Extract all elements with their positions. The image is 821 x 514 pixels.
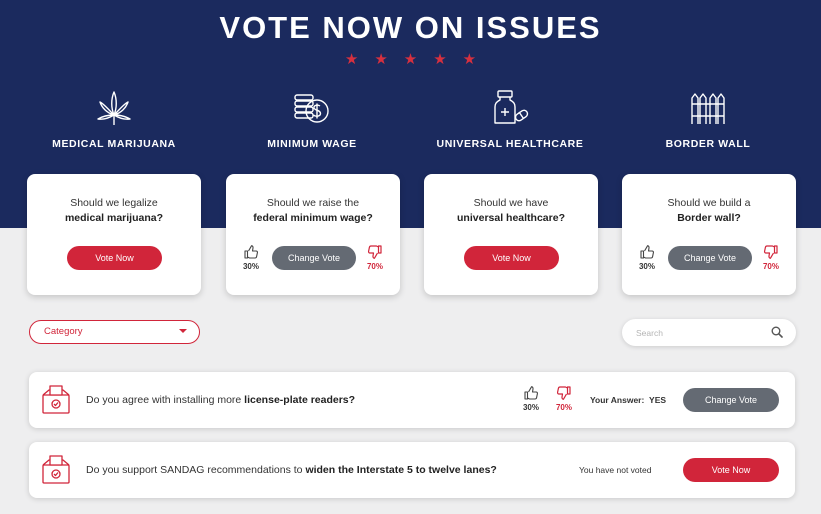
your-answer: Your Answer: YES — [590, 395, 667, 405]
thumbs-up-icon — [640, 245, 654, 259]
cannabis-leaf-icon — [97, 91, 131, 125]
search-box — [622, 319, 796, 346]
medicine-bottle-icon — [494, 90, 529, 124]
fence-icon — [691, 93, 725, 124]
card-question: Should we build a Border wall? — [667, 197, 751, 224]
category-dropdown[interactable]: Category — [29, 320, 200, 344]
issue-label: MEDICAL MARIJUANA — [52, 138, 176, 150]
issue-label: UNIVERSAL HEALTHCARE — [436, 138, 584, 150]
change-vote-button[interactable]: Change Vote — [272, 246, 356, 270]
thumbs-down-tally: 70% — [758, 244, 784, 271]
card-question: Should we raise the federal minimum wage… — [253, 197, 373, 224]
ballot-box-icon — [42, 385, 70, 414]
up-percent: 30% — [242, 262, 259, 271]
card-question: Should we legalize medical marijuana? — [64, 197, 164, 224]
issue-card-universal-healthcare: Should we have universal healthcare? Vot… — [424, 174, 598, 295]
issue-card-border-wall: Should we build a Border wall? 30% Chang… — [622, 174, 796, 295]
up-percent: 30% — [522, 403, 539, 412]
thumbs-down-icon — [763, 245, 778, 259]
down-percent: 70% — [762, 262, 779, 271]
issue-card-minimum-wage: Should we raise the federal minimum wage… — [226, 174, 400, 295]
issue-label: BORDER WALL — [665, 138, 751, 150]
question-row-license-plate-readers: Do you agree with installing more licens… — [29, 372, 795, 428]
thumbs-up-tally: 30% — [634, 244, 660, 271]
down-percent: 70% — [555, 403, 572, 412]
change-vote-button[interactable]: Change Vote — [668, 246, 752, 270]
question-row-interstate-5: Do you support SANDAG recommendations to… — [29, 442, 795, 498]
thumbs-down-icon — [367, 245, 382, 259]
search-input[interactable] — [636, 325, 756, 340]
thumbs-up-tally: 30% — [238, 244, 264, 271]
page-title: VOTE NOW ON ISSUES — [219, 10, 602, 45]
thumbs-down-tally: 70% — [362, 244, 388, 271]
thumbs-down-icon — [556, 386, 571, 400]
thumbs-up-icon — [244, 245, 258, 259]
thumbs-up-tally: 30% — [518, 385, 544, 412]
stars-divider: ★★★★★ — [344, 51, 493, 68]
question-text: Do you support SANDAG recommendations to… — [86, 464, 497, 476]
up-percent: 30% — [638, 262, 655, 271]
issue-category-medical-marijuana[interactable]: MEDICAL MARIJUANA — [24, 88, 204, 150]
thumbs-down-tally: 70% — [551, 385, 577, 412]
coins-dollar-icon — [294, 94, 329, 123]
down-percent: 70% — [366, 262, 383, 271]
issue-category-universal-healthcare[interactable]: UNIVERSAL HEALTHCARE — [420, 88, 600, 150]
vote-now-button[interactable]: Vote Now — [683, 458, 779, 482]
issue-category-minimum-wage[interactable]: MINIMUM WAGE — [222, 88, 402, 150]
search-icon[interactable] — [771, 326, 783, 338]
vote-now-button[interactable]: Vote Now — [67, 246, 162, 270]
thumbs-up-icon — [524, 386, 538, 400]
vote-status: You have not voted — [579, 465, 652, 475]
ballot-box-icon — [42, 455, 70, 484]
category-label: Category — [44, 326, 83, 337]
question-text: Do you agree with installing more licens… — [86, 394, 356, 406]
vote-now-button[interactable]: Vote Now — [464, 246, 559, 270]
chevron-down-icon — [179, 329, 187, 333]
issue-category-border-wall[interactable]: BORDER WALL — [618, 88, 798, 150]
issue-label: MINIMUM WAGE — [267, 138, 357, 150]
issue-card-medical-marijuana: Should we legalize medical marijuana? Vo… — [27, 174, 201, 295]
card-question: Should we have universal healthcare? — [457, 197, 565, 224]
change-vote-button[interactable]: Change Vote — [683, 388, 779, 412]
